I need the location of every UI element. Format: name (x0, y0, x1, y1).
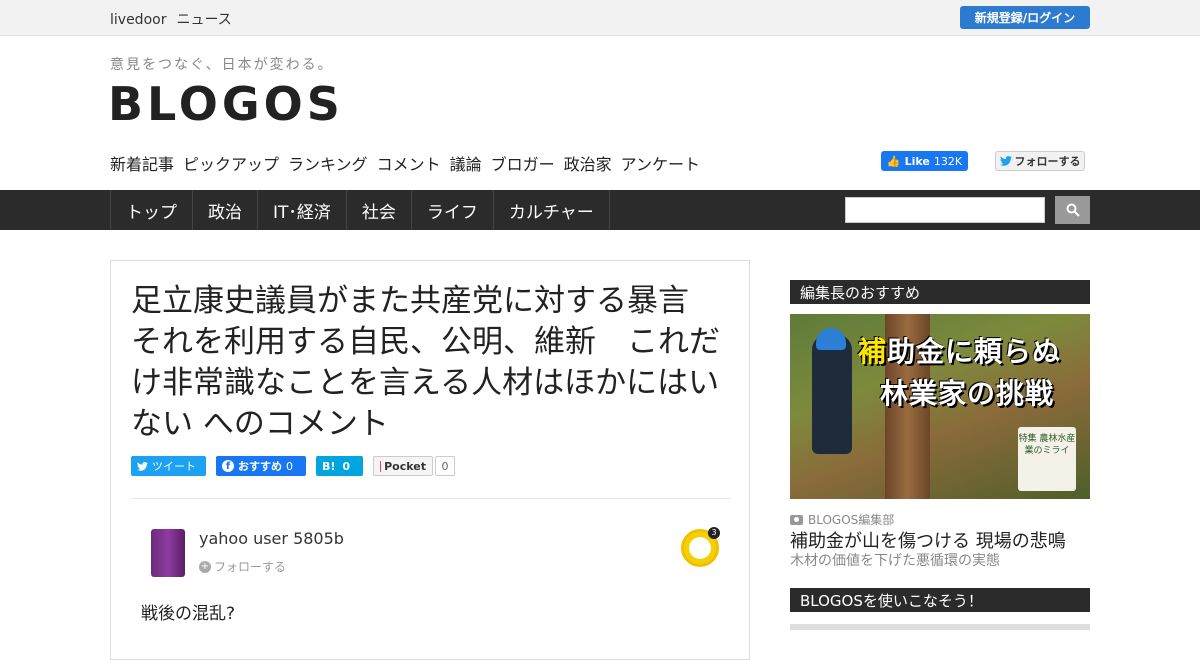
livedoor-news-brand[interactable]: livedoor ニュース (110, 9, 242, 29)
article-title: 足立康史議員がまた共産党に対する暴言 それを利用する自民、公明、維新 これだけ非… (131, 281, 731, 445)
facebook-like-button[interactable]: 👍 Like 132K (881, 151, 968, 171)
plus-icon: + (199, 561, 211, 573)
fb-recommend-count: 0 (286, 460, 293, 473)
subnav-item-politician[interactable]: 政治家 (564, 151, 612, 175)
comment-body: 戦後の混乱? (141, 599, 235, 624)
feature-image[interactable]: 補助金に頼らぬ 林業家の挑戦 特集 農林水産業のミライ (790, 314, 1090, 499)
feature-image-headline-2: 林業家の挑戦 (880, 372, 1054, 412)
fb-like-label: Like (905, 155, 930, 168)
forester-graphic (812, 334, 852, 454)
headline-accent: 補 (858, 335, 887, 368)
usage-heading: BLOGOSを使いこなそう！ (790, 588, 1090, 612)
nav-item-it-economy[interactable]: IT･経済 (257, 190, 346, 230)
twitter-follow-button[interactable]: フォローする (995, 151, 1085, 171)
site-tagline: 意見をつなぐ、日本が変わる。 (110, 54, 334, 74)
subnav-item-new[interactable]: 新着記事 (110, 151, 174, 175)
badge-person-icon (689, 537, 711, 559)
brand-news[interactable]: ニュース (176, 12, 231, 28)
brand-livedoor[interactable]: livedoor (110, 12, 166, 28)
editor-pick-heading: 編集長のおすすめ (790, 280, 1090, 304)
nav-item-society[interactable]: 社会 (346, 190, 411, 230)
usage-box (790, 624, 1090, 630)
subnav-item-pickup[interactable]: ピックアップ (183, 151, 279, 175)
subnav-item-ranking[interactable]: ランキング (288, 151, 368, 175)
utility-bar: livedoor ニュース 新規登録/ログイン (0, 0, 1200, 36)
nav-item-culture[interactable]: カルチャー (493, 190, 610, 230)
nav-item-top[interactable]: トップ (110, 190, 192, 230)
follow-user-link[interactable]: + フォローする (199, 558, 286, 575)
feature-subtitle: 木材の価値を下げた悪循環の実態 (790, 550, 1000, 570)
subnav-item-blogger[interactable]: ブロガー (491, 151, 555, 175)
twitter-bird-icon (1000, 156, 1012, 166)
pocket-button[interactable]: Pocket (373, 456, 433, 476)
subnav-item-debate[interactable]: 議論 (450, 151, 482, 175)
fb-recommend-label: おすすめ (238, 458, 282, 474)
feature-image-headline-1: 補助金に頼らぬ (858, 330, 1061, 370)
twitter-bird-icon (137, 462, 148, 471)
headline-line1: 助金に頼らぬ (887, 335, 1061, 368)
tweet-button[interactable]: ツイート (131, 456, 206, 476)
helmet-graphic (816, 328, 846, 350)
hatena-bookmark-button[interactable]: B! 0 (316, 456, 363, 476)
tw-follow-label: フォローする (1015, 153, 1081, 169)
search-button[interactable] (1055, 196, 1090, 224)
feature-credit-text: BLOGOS編集部 (808, 511, 894, 528)
follow-label: フォローする (214, 558, 286, 575)
fb-like-count: 132K (934, 155, 962, 168)
feature-credit: BLOGOS編集部 (790, 511, 894, 528)
article-divider (131, 498, 731, 499)
search-input[interactable] (845, 197, 1045, 223)
pocket-label: Pocket (384, 460, 426, 473)
thumbs-up-icon: 👍 (887, 155, 901, 168)
search-icon (1066, 203, 1080, 217)
camera-icon (790, 515, 803, 525)
subnav-item-comment[interactable]: コメント (377, 151, 441, 175)
share-buttons: ツイート f おすすめ 0 B! 0 Pocket 0 (131, 456, 455, 476)
hatena-label: B! (322, 460, 335, 473)
register-login-button[interactable]: 新規登録/ログイン (960, 6, 1090, 29)
hatena-count: 0 (342, 460, 350, 473)
comment-username[interactable]: yahoo user 5805b (199, 529, 344, 548)
tweet-label: ツイート (152, 458, 196, 474)
pocket-count: 0 (435, 456, 455, 476)
nav-item-life[interactable]: ライフ (411, 190, 493, 230)
subnav-item-survey[interactable]: アンケート (621, 151, 700, 175)
facebook-recommend-button[interactable]: f おすすめ 0 (216, 456, 306, 476)
nav-item-politics[interactable]: 政治 (192, 190, 257, 230)
user-rank-badge: 3 (681, 529, 719, 567)
article-card: 足立康史議員がまた共産党に対する暴言 それを利用する自民、公明、維新 これだけ非… (110, 260, 750, 660)
badge-count: 3 (708, 527, 720, 539)
feature-special-card: 特集 農林水産業のミライ (1018, 427, 1076, 491)
site-logo[interactable]: BLOGOS (108, 78, 344, 130)
sub-navigation: 新着記事 ピックアップ ランキング コメント 議論 ブロガー 政治家 アンケート (110, 151, 700, 175)
facebook-icon: f (222, 460, 234, 472)
avatar[interactable] (151, 529, 185, 577)
